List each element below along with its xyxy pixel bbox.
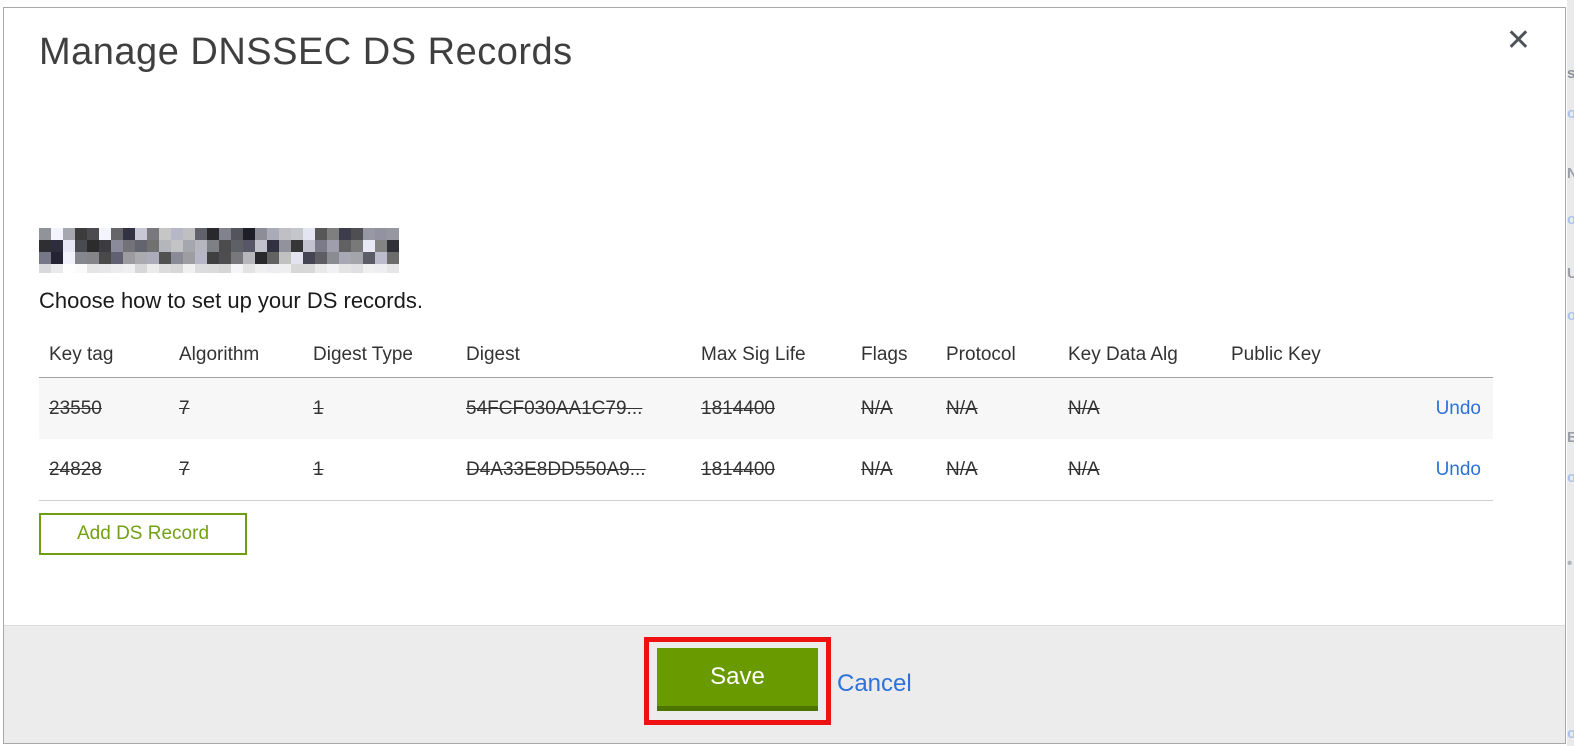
header-protocol: Protocol xyxy=(946,344,1016,365)
page-title: Manage DNSSEC DS Records xyxy=(39,31,573,73)
header-algorithm: Algorithm xyxy=(179,344,260,365)
instruction-text: Choose how to set up your DS records. xyxy=(39,288,423,313)
cell-key-tag: 23550 xyxy=(49,397,102,419)
undo-link[interactable]: Undo xyxy=(1436,459,1481,480)
cell-digest: D4A33E8DD550A9... xyxy=(466,458,646,480)
table-header-row: Key tag Algorithm Digest Type Digest Max… xyxy=(39,333,1493,378)
header-digest-type: Digest Type xyxy=(313,344,413,365)
cell-key-tag: 24828 xyxy=(49,458,102,480)
header-flags: Flags xyxy=(861,344,908,365)
cell-digest-type: 1 xyxy=(313,458,324,480)
cell-digest-type: 1 xyxy=(313,397,324,419)
cell-digest: 54FCF030AA1C79... xyxy=(466,397,643,419)
modal-footer: Save Cancel xyxy=(4,625,1565,743)
cell-key-data-alg: N/A xyxy=(1068,458,1100,480)
cell-flags: N/A xyxy=(861,458,893,480)
header-public-key: Public Key xyxy=(1231,344,1321,365)
cell-flags: N/A xyxy=(861,397,893,419)
save-button[interactable]: Save xyxy=(657,648,818,711)
cell-key-data-alg: N/A xyxy=(1068,397,1100,419)
annotation-rectangle: Save xyxy=(644,637,831,725)
add-ds-record-button[interactable]: Add DS Record xyxy=(39,513,248,555)
undo-link[interactable]: Undo xyxy=(1436,398,1481,419)
ds-records-table: Key tag Algorithm Digest Type Digest Max… xyxy=(39,333,1493,501)
cancel-link[interactable]: Cancel xyxy=(837,670,912,698)
cell-max-sig-life: 1814400 xyxy=(701,397,775,419)
close-icon[interactable]: ✕ xyxy=(1506,26,1531,56)
cell-protocol: N/A xyxy=(946,458,978,480)
header-key-tag: Key tag xyxy=(49,344,114,365)
redacted-domain xyxy=(39,228,399,276)
table-row: 23550 7 1 54FCF030AA1C79... 1814400 N/A … xyxy=(39,378,1493,439)
header-digest: Digest xyxy=(466,344,520,365)
header-max-sig-life: Max Sig Life xyxy=(701,344,806,365)
cell-max-sig-life: 1814400 xyxy=(701,458,775,480)
background-page-strip: s o No Uo Eo • o xyxy=(1567,0,1574,746)
cell-protocol: N/A xyxy=(946,397,978,419)
table-row: 24828 7 1 D4A33E8DD550A9... 1814400 N/A … xyxy=(39,439,1493,501)
cell-algorithm: 7 xyxy=(179,397,190,419)
cell-algorithm: 7 xyxy=(179,458,190,480)
dnssec-modal: Manage DNSSEC DS Records ✕ Choose how to… xyxy=(3,7,1566,744)
header-key-data-alg: Key Data Alg xyxy=(1068,344,1178,365)
